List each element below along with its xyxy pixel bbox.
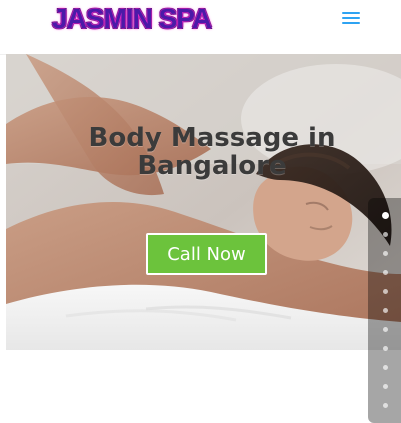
section-dot[interactable] [383,327,388,332]
hamburger-line [342,22,360,24]
page: JASMIN SPA Body Massage in Bangalore Cal… [0,0,401,423]
hero-banner: Body Massage in Bangalore Call Now [6,54,401,350]
section-dot-navigation [368,198,401,423]
hero-title: Body Massage in Bangalore [88,123,336,181]
section-dot[interactable] [383,384,388,389]
hamburger-line [342,17,360,19]
section-dot[interactable] [382,212,389,219]
site-header: JASMIN SPA [0,0,401,54]
section-dot[interactable] [383,251,388,256]
site-logo[interactable]: JASMIN SPA [52,2,212,36]
section-dot[interactable] [383,289,388,294]
section-dot[interactable] [383,232,388,237]
section-dot[interactable] [383,365,388,370]
call-now-button[interactable]: Call Now [146,233,267,275]
section-dot[interactable] [383,308,388,313]
hamburger-menu-icon[interactable] [342,9,360,25]
hero-photo [6,54,401,350]
section-dot[interactable] [383,403,388,408]
section-dot[interactable] [383,346,388,351]
hamburger-line [342,12,360,14]
section-dot[interactable] [383,270,388,275]
